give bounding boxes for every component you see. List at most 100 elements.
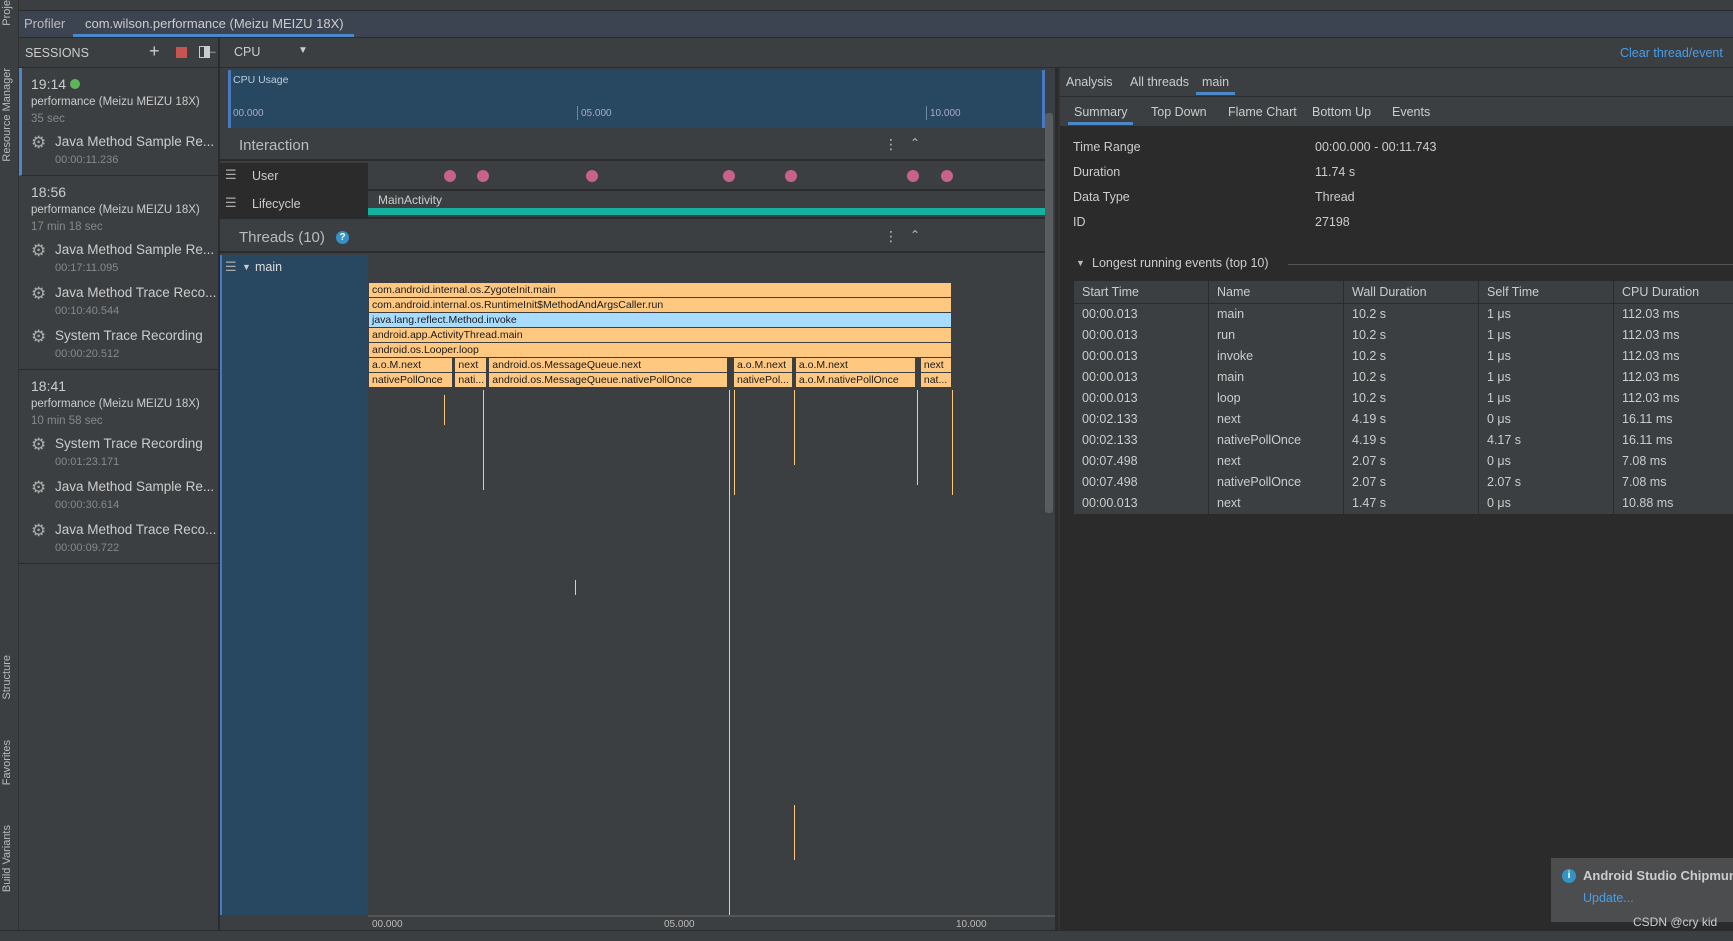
table-cell: 00:00.013 (1074, 346, 1209, 367)
collapse-caret-icon[interactable]: ⌃ (910, 136, 920, 150)
expand-triangle-icon[interactable]: ▼ (242, 262, 251, 272)
more-options-icon[interactable]: ⋮ (884, 136, 898, 153)
clear-thread-event-link[interactable]: Clear thread/event (1620, 46, 1723, 60)
table-row[interactable]: 00:00.013 invoke 10.2 s1 μs 112.03 ms (1074, 346, 1733, 367)
tool-favorites[interactable]: Favorites (1, 740, 13, 785)
flame-bar[interactable]: android.os.Looper.loop (369, 343, 953, 357)
flame-bar[interactable]: nati... (455, 373, 489, 387)
flame-bar[interactable]: next (920, 358, 953, 372)
tab-profiler[interactable]: Profiler (24, 16, 65, 31)
recording-name: System Trace Recording (55, 436, 203, 451)
column-header[interactable]: Wall Duration (1344, 281, 1479, 303)
activity-label[interactable]: MainActivity (378, 193, 442, 207)
flame-bar[interactable]: android.os.MessageQueue.next (489, 358, 729, 372)
subtab-summary[interactable]: Summary (1067, 105, 1135, 125)
flame-bar[interactable]: java.lang.reflect.Method.invoke (369, 313, 953, 327)
flame-bar[interactable]: android.os.MessageQueue.nativePollOnce (489, 373, 729, 387)
longest-events-title[interactable]: Longest running events (top 10) (1092, 256, 1269, 270)
user-event-dot[interactable] (722, 170, 735, 182)
recording-item[interactable]: ⚙ Java Method Sample Re... 00:17:11.095 (31, 236, 218, 279)
subtab-top-down[interactable]: Top Down (1151, 105, 1207, 119)
flame-bar[interactable]: nat... (920, 373, 953, 387)
update-link[interactable]: Update... (1583, 891, 1634, 905)
tool-project[interactable]: Proje (1, 0, 13, 26)
more-options-icon[interactable]: ⋮ (884, 228, 898, 245)
flame-bar[interactable]: com.android.internal.os.ZygoteInit.main (369, 283, 953, 297)
subtab-flame-chart[interactable]: Flame Chart (1228, 105, 1297, 119)
subtab-bottom-up[interactable]: Bottom Up (1312, 105, 1371, 119)
collapse-caret-icon[interactable]: ⌃ (910, 228, 920, 242)
table-header: Start Time Name Wall Duration Self Time CPU … (1074, 281, 1733, 304)
profiler-toolbar: ← CPU ▼ Clear thread/event (202, 38, 1733, 68)
column-header[interactable]: CPU Duration (1614, 281, 1733, 303)
table-cell: 2.07 s (1479, 472, 1614, 493)
chevron-down-icon[interactable]: ▼ (298, 45, 308, 56)
vertical-scrollbar[interactable] (1045, 113, 1053, 513)
tab-all-threads[interactable]: All threads (1130, 75, 1189, 89)
user-event-dot[interactable] (443, 170, 456, 182)
tool-build-variants[interactable]: Build Variants (1, 825, 13, 892)
drag-handle-icon[interactable]: ☰ (225, 259, 237, 275)
flame-bar[interactable]: a.o.M.nativePollOnce (795, 373, 917, 387)
flame-bar[interactable]: next (455, 358, 489, 372)
recording-item[interactable]: ⚙ System Trace Recording 00:00:20.512 (31, 322, 218, 365)
stop-session-button[interactable] (176, 47, 187, 58)
add-session-button[interactable]: + (149, 41, 160, 62)
column-header[interactable]: Name (1209, 281, 1344, 303)
tool-window-strip: Proje Resource Manager Structure Favorit… (0, 0, 19, 930)
profiler-select[interactable]: CPU (234, 45, 260, 59)
flame-bar[interactable]: nativePollOnce (369, 373, 455, 387)
gear-icon: ⚙ (31, 133, 47, 152)
table-row[interactable]: 00:00.013 main 10.2 s1 μs 112.03 ms (1074, 367, 1733, 388)
table-row[interactable]: 00:07.498 next 2.07 s0 μs 7.08 ms (1074, 451, 1733, 472)
help-icon[interactable]: ? (336, 231, 349, 244)
collapse-triangle-icon[interactable]: ▼ (1076, 258, 1085, 268)
column-header[interactable]: Start Time (1074, 281, 1209, 303)
table-cell: 4.19 s (1344, 430, 1479, 451)
table-row[interactable]: 00:07.498 nativePollOnce 2.07 s 2.07 s 7.08 … (1074, 472, 1733, 493)
user-event-dot[interactable] (784, 170, 797, 182)
tab-session[interactable]: com.wilson.performance (Meizu MEIZU 18X) (85, 16, 344, 31)
activity-bar[interactable] (368, 208, 1045, 215)
table-row[interactable]: 00:00.013 run 10.2 s1 μs 112.03 ms (1074, 325, 1733, 346)
tool-resource-manager[interactable]: Resource Manager (1, 68, 13, 162)
session-item[interactable]: 18:56 performance (Meizu MEIZU 18X) 17 min… (19, 176, 218, 370)
session-item[interactable]: 18:41 performance (Meizu MEIZU 18X) 10 min… (19, 370, 218, 564)
flame-bar[interactable]: a.o.M.next (734, 358, 795, 372)
user-event-dot[interactable] (476, 170, 489, 182)
recording-item[interactable]: ⚙ System Trace Recording 00:01:23.171 (31, 430, 218, 473)
table-row[interactable]: 00:00.013 main 10.2 s1 μs 112.03 ms (1074, 304, 1733, 325)
column-header[interactable]: Self Time (1479, 281, 1614, 303)
recording-item[interactable]: ⚙ Java Method Trace Reco... 00:00:09.722 (31, 516, 218, 559)
flame-bar[interactable]: android.app.ActivityThread.main (369, 328, 953, 342)
user-track-label: User (252, 169, 279, 183)
recording-item[interactable]: ⚙ Java Method Trace Reco... 00:10:40.544 (31, 279, 218, 322)
user-event-dot[interactable] (940, 170, 953, 182)
back-arrow-icon[interactable]: ← (202, 40, 219, 60)
table-row[interactable]: 00:00.013 next 1.47 s0 μs 10.88 ms (1074, 493, 1733, 514)
user-event-dot[interactable] (585, 170, 598, 182)
session-item[interactable]: 19:14 performance (Meizu MEIZU 18X) 35 sec… (19, 68, 218, 176)
table-row[interactable]: 00:02.133 next 4.19 s0 μs 16.11 ms (1074, 409, 1733, 430)
subtab-events[interactable]: Events (1392, 105, 1430, 119)
table-row[interactable]: 00:02.133 nativePollOnce 4.19 s 4.17 s 16.11… (1074, 430, 1733, 451)
thread-flame-chart[interactable]: com.android.internal.os.ZygoteInit.main c… (368, 255, 1045, 915)
flame-bar[interactable]: nativePol... (734, 373, 795, 387)
cpu-usage-timeline[interactable]: CPU Usage 00.000 05.000 10.000 (228, 70, 1045, 128)
flame-bar[interactable]: com.android.internal.os.RuntimeInit$Meth… (369, 298, 953, 312)
tab-main[interactable]: main (1195, 75, 1236, 95)
recording-name: Java Method Trace Reco... (55, 522, 217, 537)
table-row[interactable]: 00:00.013 loop 10.2 s1 μs 112.03 ms (1074, 388, 1733, 409)
user-event-dot[interactable] (907, 170, 920, 182)
thread-label-main[interactable]: ☰ ▼ main (220, 255, 368, 915)
recording-item[interactable]: ⚙ Java Method Sample Re... 00:00:11.236 (31, 128, 218, 171)
info-icon: i (1562, 869, 1576, 883)
tab-analysis[interactable]: Analysis (1066, 75, 1113, 89)
table-cell: 10.2 s (1344, 304, 1479, 325)
tool-structure[interactable]: Structure (1, 655, 13, 700)
recording-item[interactable]: ⚙ Java Method Sample Re... 00:00:30.614 (31, 473, 218, 516)
flame-bar[interactable]: a.o.M.next (795, 358, 917, 372)
drag-handle-icon[interactable]: ☰ (225, 167, 237, 183)
drag-handle-icon[interactable]: ☰ (225, 195, 237, 211)
flame-bar[interactable]: a.o.M.next (369, 358, 455, 372)
